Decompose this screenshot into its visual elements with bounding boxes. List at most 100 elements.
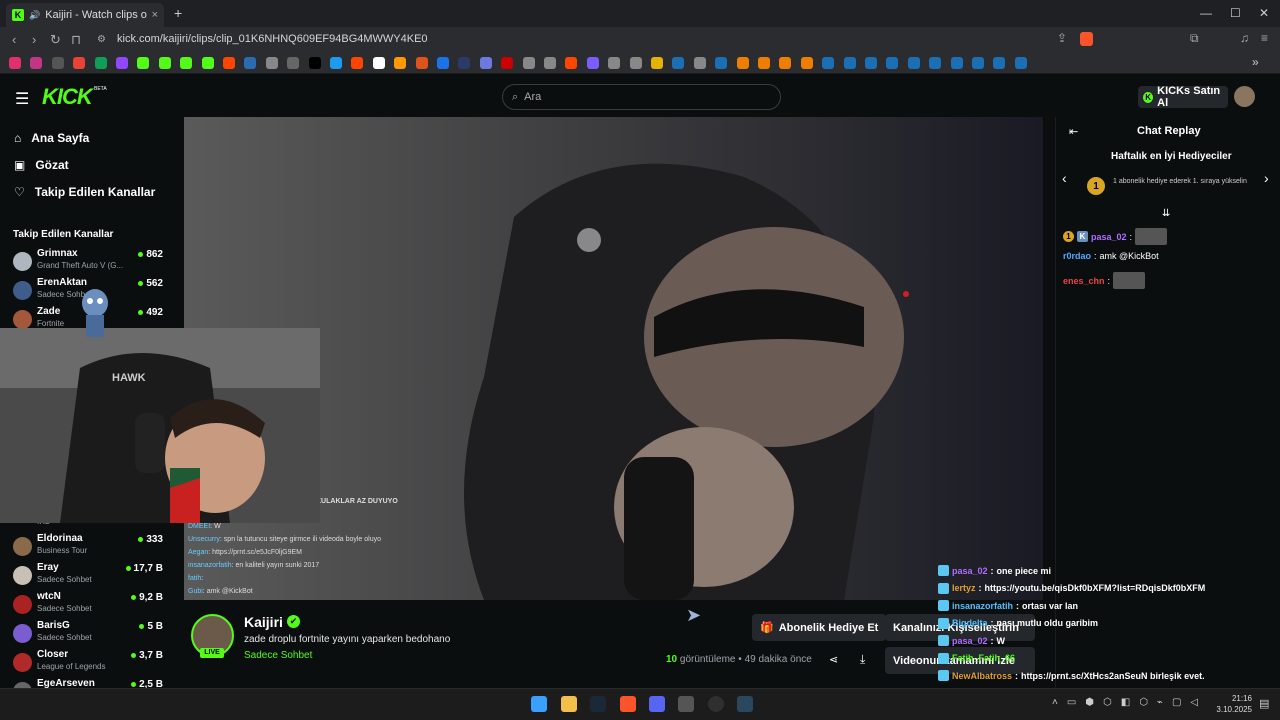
minimize-button[interactable]: — [1200,6,1212,20]
bookmark-icon[interactable] [907,57,920,69]
bookmark-icon[interactable] [415,57,428,69]
bookmark-icon[interactable] [565,57,578,69]
buy-kicks-button[interactable]: K KICKs Satın Al [1138,85,1228,109]
brave-shield-icon[interactable] [1080,32,1093,46]
bookmark-icon[interactable] [800,57,813,69]
bookmark-icon[interactable] [501,57,514,69]
chat-username[interactable]: pasa_02 [1091,232,1127,242]
gifters-prev-icon[interactable]: ‹ [1062,170,1067,186]
chat-scroll-icon[interactable]: ⇊ [1162,208,1170,219]
bookmark-icon[interactable] [201,57,214,69]
windows-start-icon[interactable] [531,696,547,712]
bookmark-icon[interactable] [30,57,43,69]
brave-browser-icon[interactable] [620,696,636,712]
bookmark-icon[interactable] [544,57,556,69]
collapse-chat-icon[interactable]: ⇤ [1069,125,1078,138]
extensions-icon[interactable]: ⧉ [1190,31,1199,46]
chat-username[interactable]: r0rdao [1063,251,1091,261]
bookmark-icon[interactable] [1014,57,1027,69]
bookmark-icon[interactable] [693,57,706,69]
bookmark-icon[interactable] [736,57,749,69]
bookmark-icon[interactable] [758,57,770,69]
bookmark-icon[interactable] [437,57,449,69]
browser-tab[interactable]: K 🔊 Kaijiri - Watch clips on Kick × [6,3,164,27]
hamburger-menu-icon[interactable]: ☰ [15,89,29,109]
followed-channel-item[interactable]: BarisG Sadece Sohbet 5 B [13,620,163,648]
steam-app-icon[interactable] [737,696,753,712]
bookmark-icon[interactable] [865,57,877,69]
gifters-next-icon[interactable]: › [1264,170,1269,186]
nav-following[interactable]: ♡ Takip Edilen Kanallar [14,185,155,199]
bookmark-icon[interactable] [715,57,728,69]
bookmark-icon[interactable] [223,57,235,69]
close-window-button[interactable]: ✕ [1259,6,1269,20]
share-clip-icon[interactable]: ⋖ [829,653,838,666]
bookmark-icon[interactable] [822,57,835,69]
followed-channel-item[interactable]: wtcN Sadece Sohbet 9,2 B [13,591,163,619]
forward-icon[interactable]: › [32,32,36,47]
bookmark-icon[interactable] [287,57,300,69]
download-icon[interactable]: ⤓ [860,652,865,667]
bookmark-icon[interactable] [586,57,599,69]
more-bookmarks-icon[interactable]: » [1252,55,1259,69]
bookmark-icon[interactable] [779,57,792,69]
reload-icon[interactable]: ↻ [50,32,61,48]
share-icon[interactable]: ⇪ [1057,31,1067,45]
bookmark-icon[interactable] [394,57,407,69]
bookmark-icon[interactable] [972,57,984,69]
bookmark-page-icon[interactable]: ⊓ [71,32,81,48]
chat-username[interactable]: enes_chn [1063,276,1105,286]
speaker-icon[interactable]: 🔊 [29,10,40,21]
bookmark-icon[interactable] [158,57,171,69]
new-tab-button[interactable]: + [174,5,182,21]
clip-category[interactable]: Sadece Sohbet [244,650,312,661]
bookmark-icon[interactable] [137,57,150,69]
search-input[interactable]: ⌕ Ara [502,84,781,110]
system-tray[interactable]: ˄▭⬢⬡◧⬡⌁▢◁ [1052,697,1207,708]
bookmark-icon[interactable] [929,57,942,69]
nav-home[interactable]: ⌂ Ana Sayfa [14,131,89,145]
bookmark-icon[interactable] [608,57,621,69]
gift-sub-button[interactable]: 🎁 Abonelik Hediye Et [752,614,887,641]
bookmark-icon[interactable] [351,57,364,69]
followed-channel-item[interactable]: Grimnax Grand Theft Auto V (G... 862 [13,248,163,276]
bookmark-icon[interactable] [651,57,663,69]
channel-name[interactable]: Kaijiri [244,614,283,630]
nav-browse[interactable]: ▣ Gözat [14,158,69,172]
followed-channel-item[interactable]: Eldorinaa Business Tour 333 [13,533,163,561]
file-explorer-icon[interactable] [561,696,577,712]
notification-icon[interactable]: ▤ [1259,697,1269,710]
kick-logo[interactable]: KICK [42,84,93,110]
bookmark-icon[interactable] [265,57,278,69]
followed-channel-item[interactable]: Closer League of Legends 3,7 B [13,649,163,677]
app-icon[interactable] [678,696,694,712]
browser-menu-icon[interactable]: ≡ [1261,31,1268,45]
maximize-button[interactable]: ☐ [1230,6,1241,20]
bookmark-icon[interactable] [9,57,21,69]
bookmark-icon[interactable] [308,57,321,69]
bookmark-icon[interactable] [672,57,685,69]
obs-icon[interactable] [708,696,724,712]
user-avatar[interactable] [1234,86,1255,107]
close-tab-icon[interactable]: × [152,9,158,21]
back-icon[interactable]: ‹ [12,32,16,47]
bookmark-icon[interactable] [522,57,535,69]
steam-icon[interactable] [590,696,606,712]
bookmark-icon[interactable] [180,57,193,69]
bookmark-icon[interactable] [843,57,856,69]
discord-icon[interactable] [649,696,665,712]
bookmark-icon[interactable] [458,57,471,69]
bookmark-icon[interactable] [629,57,642,69]
url-field[interactable]: kick.com/kaijiri/clips/clip_01K6NHNQ609E… [117,33,428,45]
site-info-icon[interactable]: ⚙ [97,34,106,45]
media-icon[interactable]: ♫ [1240,31,1249,45]
bookmark-icon[interactable] [244,57,257,69]
bookmark-icon[interactable] [94,57,107,69]
bookmark-icon[interactable] [73,57,86,69]
bookmark-icon[interactable] [886,57,899,69]
bookmark-icon[interactable] [950,57,963,69]
clock[interactable]: 21:16 3.10.2025 [1212,693,1252,715]
bookmark-icon[interactable] [330,57,342,69]
bookmark-icon[interactable] [993,57,1006,69]
bookmark-icon[interactable] [51,57,64,69]
